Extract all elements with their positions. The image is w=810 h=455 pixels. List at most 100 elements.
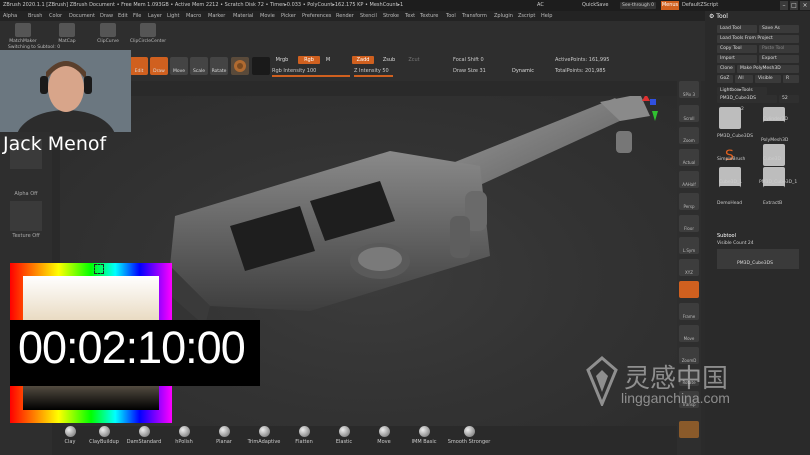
menu-brush[interactable]: Brush <box>28 11 42 21</box>
zsub-button[interactable]: Zsub <box>378 56 400 64</box>
menu-layer[interactable]: Layer <box>148 11 162 21</box>
zoom-button[interactable]: Zoom <box>679 127 699 144</box>
menu-tool[interactable]: Tool <box>446 11 456 21</box>
brush-planar[interactable]: Planar <box>204 424 244 445</box>
brush-imm-basic[interactable]: IMM Basic <box>404 424 444 445</box>
menu-texture[interactable]: Texture <box>420 11 438 21</box>
floor-button[interactable]: Floor <box>679 215 699 232</box>
export-button[interactable]: Export <box>759 55 799 63</box>
color-swatch[interactable] <box>252 57 270 75</box>
tool-thumb-cube3d[interactable] <box>763 144 785 166</box>
menu-help[interactable]: Help <box>541 11 552 21</box>
close-icon[interactable]: × <box>800 1 810 10</box>
mrgb-button[interactable]: Mrgb <box>272 56 292 64</box>
clone-button[interactable]: Clone <box>717 65 735 73</box>
menu-zplugin[interactable]: Zplugin <box>494 11 513 21</box>
brush-flatten[interactable]: Flatten <box>284 424 324 445</box>
menu-zscript[interactable]: Zscript <box>518 11 535 21</box>
subtool-list-item[interactable]: PM3D_Cube3DS <box>717 249 799 269</box>
rgb-intensity-slider[interactable]: Rgb Intensity 100 <box>272 67 350 77</box>
solo-button[interactable] <box>679 421 699 438</box>
make-polymesh-button[interactable]: Make PolyMesh3D <box>737 65 799 73</box>
move-view-button[interactable]: Move <box>679 325 699 342</box>
rotate-mode-button[interactable] <box>679 281 699 298</box>
load-tools-from-project-button[interactable]: Load Tools From Project <box>717 35 799 43</box>
zadd-button[interactable]: Zadd <box>352 56 374 64</box>
menu-draw[interactable]: Draw <box>100 11 113 21</box>
goz-button[interactable]: GoZ <box>717 75 733 83</box>
xyz-button[interactable]: XYZ <box>679 259 699 276</box>
goz-visible-button[interactable]: Visible <box>755 75 781 83</box>
save-as-button[interactable]: Save As <box>759 25 799 33</box>
zcut-button[interactable]: Zcut <box>404 56 424 64</box>
focal-shift-slider[interactable]: Focal Shift 0 <box>453 56 533 64</box>
frame-button[interactable]: Frame <box>679 303 699 320</box>
scroll-button[interactable]: Scroll <box>679 105 699 122</box>
brush-trimadaptive[interactable]: TrimAdaptive <box>244 424 284 445</box>
edit-button[interactable]: Edit <box>130 57 148 75</box>
scale-button[interactable]: Scale <box>190 57 208 75</box>
tool-thumb-pm3d[interactable] <box>719 107 741 129</box>
goz-all-button[interactable]: All <box>735 75 753 83</box>
ac-button[interactable]: AC <box>537 0 544 11</box>
menu-preferences[interactable]: Preferences <box>302 11 331 21</box>
brush-elastic[interactable]: Elastic <box>324 424 364 445</box>
minimize-icon[interactable]: – <box>780 1 788 10</box>
brush-hpolish[interactable]: hPolish <box>164 424 204 445</box>
menu-color[interactable]: Color <box>49 11 62 21</box>
quicksave-button[interactable]: QuickSave <box>582 0 608 11</box>
lightbox-tools-button[interactable]: Lightbox▸Tools <box>717 87 767 95</box>
rotate-button[interactable]: Rotate <box>210 57 228 75</box>
maximize-icon[interactable]: □ <box>790 1 798 10</box>
load-tool-button[interactable]: Load Tool <box>717 25 757 33</box>
menu-picker[interactable]: Picker <box>281 11 296 21</box>
paste-tool-button[interactable]: Paste Tool <box>759 45 799 53</box>
subtool-header[interactable]: Subtool <box>717 233 736 239</box>
import-button[interactable]: Import <box>717 55 757 63</box>
brush-smooth-stronger[interactable]: Smooth Stronger <box>444 424 494 445</box>
menu-alpha[interactable]: Alpha <box>3 11 17 21</box>
persp-button[interactable]: Persp <box>679 193 699 210</box>
goz-r-button[interactable]: R <box>783 75 799 83</box>
clipcirclecenter-button[interactable]: ClipCircleCenter <box>128 23 168 44</box>
menu-stencil[interactable]: Stencil <box>360 11 377 21</box>
menu-text[interactable]: Text <box>405 11 415 21</box>
current-tool-label[interactable]: PM3D_Cube3DS <box>717 95 777 103</box>
menu-light[interactable]: Light <box>167 11 179 21</box>
menu-material[interactable]: Material <box>233 11 253 21</box>
texture-thumbnail[interactable] <box>10 201 42 231</box>
menu-render[interactable]: Render <box>336 11 354 21</box>
aahalf-button[interactable]: AAHalf <box>679 171 699 188</box>
brush-damstandard[interactable]: DamStandard <box>124 424 164 445</box>
tool-thumb-simplebrush[interactable]: S <box>719 144 741 166</box>
menu-movie[interactable]: Movie <box>260 11 275 21</box>
z-intensity-slider[interactable]: Z Intensity 50 <box>354 67 432 77</box>
dynamic-button[interactable]: Dynamic <box>512 67 534 75</box>
menu-macro[interactable]: Macro <box>186 11 201 21</box>
matcap-button[interactable]: MatCap <box>52 23 82 44</box>
spix-button[interactable]: SPix 3 <box>679 81 699 98</box>
webcam-feed <box>0 50 131 132</box>
default-zscript-button[interactable]: DefaultZScript <box>682 0 718 11</box>
menu-marker[interactable]: Marker <box>208 11 225 21</box>
menus-button[interactable]: Menus <box>661 1 679 10</box>
draw-button[interactable]: Draw <box>150 57 168 75</box>
actual-button[interactable]: Actual <box>679 149 699 166</box>
lsym-button[interactable]: L.Sym <box>679 237 699 254</box>
menu-file[interactable]: File <box>133 11 141 21</box>
menu-edit[interactable]: Edit <box>118 11 128 21</box>
material-swatch[interactable] <box>231 57 249 75</box>
rgb-button[interactable]: Rgb <box>298 56 320 64</box>
see-through-slider[interactable]: See-through 0 <box>620 2 656 9</box>
move-button[interactable]: Move <box>170 57 188 75</box>
matchmaker-button[interactable]: MatchMaker <box>8 23 38 44</box>
menu-stroke[interactable]: Stroke <box>383 11 399 21</box>
menu-transform[interactable]: Transform <box>462 11 487 21</box>
copy-tool-button[interactable]: Copy Tool <box>717 45 757 53</box>
menu-document[interactable]: Document <box>69 11 95 21</box>
tool-thumb-star[interactable] <box>763 121 785 137</box>
brush-claybuildup[interactable]: ClayBuildup <box>84 424 124 445</box>
clipcurve-button[interactable]: ClipCurve <box>93 23 123 44</box>
m-button[interactable]: M <box>323 56 333 64</box>
brush-move[interactable]: Move <box>364 424 404 445</box>
